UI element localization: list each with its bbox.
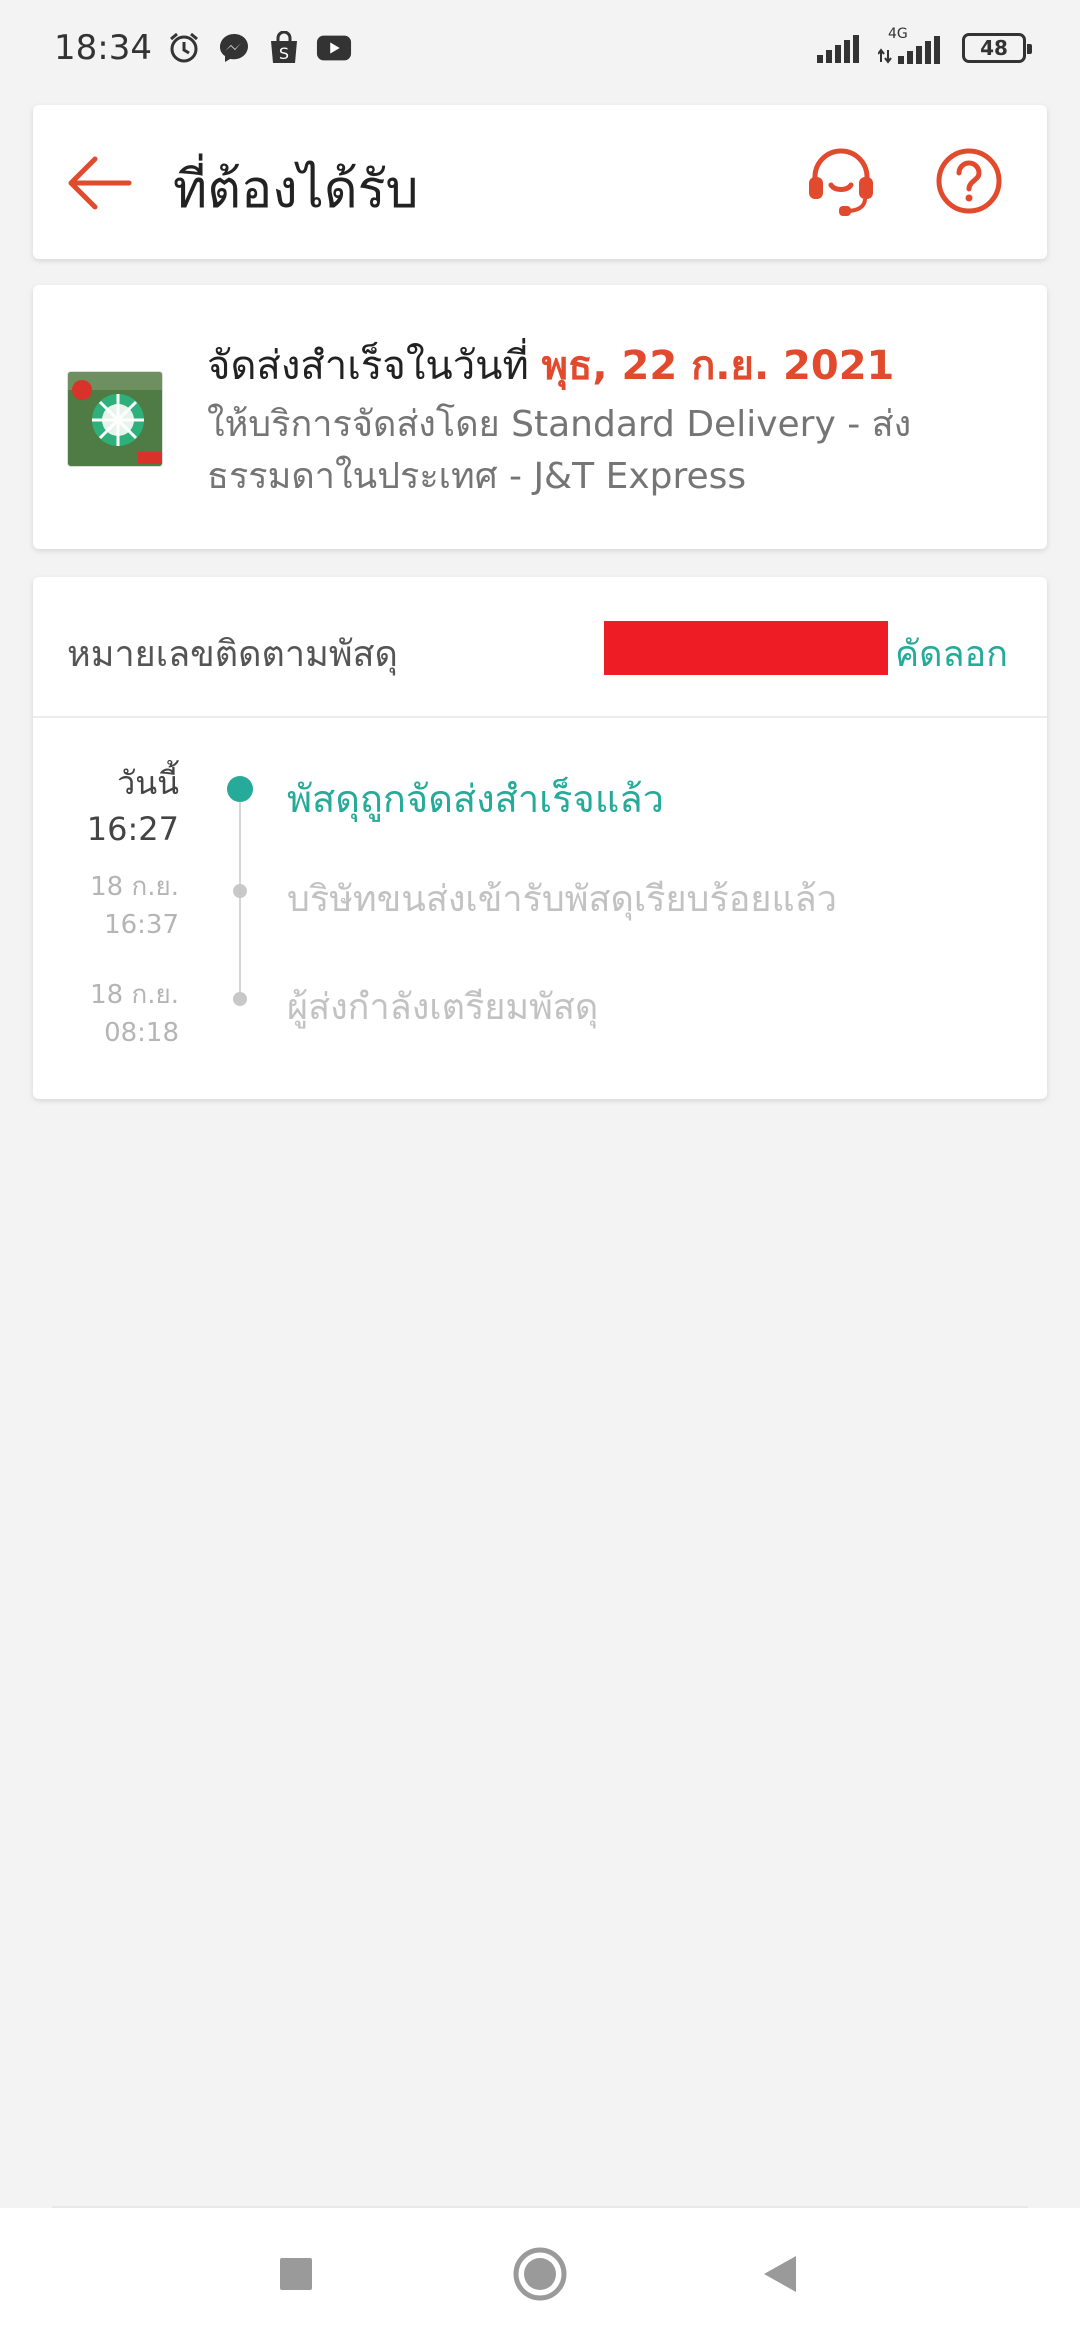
timeline-text: พัสดุถูกจัดส่งสำเร็จแล้ว: [287, 777, 664, 821]
delivery-status-text: จัดส่งสำเร็จในวันที่ พุธ, 22 ก.ย. 2021: [207, 333, 894, 397]
battery-indicator: 48: [962, 33, 1032, 63]
delivery-status-card: จัดส่งสำเร็จในวันที่ พุธ, 22 ก.ย. 2021 ใ…: [33, 285, 1047, 549]
arrow-left-icon: [68, 156, 132, 210]
square-icon: [280, 2258, 312, 2290]
back-button[interactable]: [63, 153, 133, 213]
timeline-dot-active: [227, 776, 253, 802]
headset-icon: [809, 148, 873, 216]
tracking-card: หมายเลขติดตามพัสดุ คัดลอก วันนี้ 16:27 พ…: [33, 577, 1047, 1099]
tracking-number-row: หมายเลขติดตามพัสดุ คัดลอก: [33, 577, 1047, 718]
timeline-day: 18 ก.ย.: [90, 872, 179, 902]
alarm-icon: [166, 30, 202, 66]
home-button[interactable]: [510, 2244, 570, 2304]
battery-level: 48: [980, 36, 1008, 60]
svg-text:S: S: [279, 44, 289, 63]
delivery-date: พุธ, 22 ก.ย. 2021: [541, 343, 895, 389]
home-circle-icon: [513, 2247, 567, 2301]
timeline-time: 16:27: [86, 810, 179, 848]
help-button[interactable]: [933, 145, 1005, 217]
delivery-service-text: ให้บริการจัดส่งโดย Standard Delivery - ส…: [207, 404, 912, 497]
question-circle-icon: [936, 148, 1002, 214]
timeline-timestamp: 18 ก.ย. 08:18: [90, 976, 179, 1052]
timeline-day: วันนี้: [117, 764, 179, 802]
timeline-day: 18 ก.ย.: [90, 980, 179, 1010]
timeline-dot: [233, 992, 247, 1006]
tracking-number-redacted: [604, 621, 888, 675]
timeline-time: 16:37: [104, 910, 179, 940]
triangle-back-icon: [764, 2256, 796, 2292]
timeline-dot: [233, 884, 247, 898]
network-type: 4G: [888, 26, 908, 42]
system-nav-bar: [0, 2208, 1080, 2340]
timeline-text: ผู้ส่งกำลังเตรียมพัสดุ: [287, 987, 599, 1028]
delivery-status-prefix: จัดส่งสำเร็จในวันที่: [207, 343, 542, 389]
screen: 18:34 S 4G 48 ที่ต้องได้รับ จัดส่งสำเร็จ…: [0, 0, 1080, 2340]
youtube-icon: [316, 30, 352, 66]
copy-button[interactable]: คัดลอก: [895, 625, 1008, 682]
status-time: 18:34: [54, 28, 152, 68]
messenger-icon: [216, 30, 252, 66]
timeline-time: 08:18: [104, 1018, 179, 1048]
product-thumbnail[interactable]: [67, 371, 163, 467]
timeline-timestamp: วันนี้ 16:27: [87, 760, 179, 852]
tracking-number-label: หมายเลขติดตามพัสดุ: [67, 634, 398, 675]
shopping-bag-icon: S: [266, 30, 302, 66]
status-bar: 18:34 S 4G 48: [0, 0, 1080, 96]
timeline-text: บริษัทขนส่งเข้ารับพัสดุเรียบร้อยแล้ว: [287, 879, 837, 920]
recents-button[interactable]: [266, 2244, 326, 2304]
page-title: ที่ต้องได้รับ: [173, 160, 419, 220]
tracking-timeline: วันนี้ 16:27 พัสดุถูกจัดส่งสำเร็จแล้ว 18…: [33, 718, 1047, 1099]
status-bar-right: 4G 48: [814, 26, 1032, 66]
signal-4g-icon: 4G: [878, 26, 948, 66]
timeline-timestamp: 18 ก.ย. 16:37: [90, 868, 179, 944]
support-button[interactable]: [803, 143, 879, 219]
signal-icon: [814, 30, 864, 66]
status-bar-left: 18:34 S: [54, 28, 352, 68]
header-bar: ที่ต้องได้รับ: [33, 105, 1047, 259]
back-nav-button[interactable]: [750, 2244, 810, 2304]
